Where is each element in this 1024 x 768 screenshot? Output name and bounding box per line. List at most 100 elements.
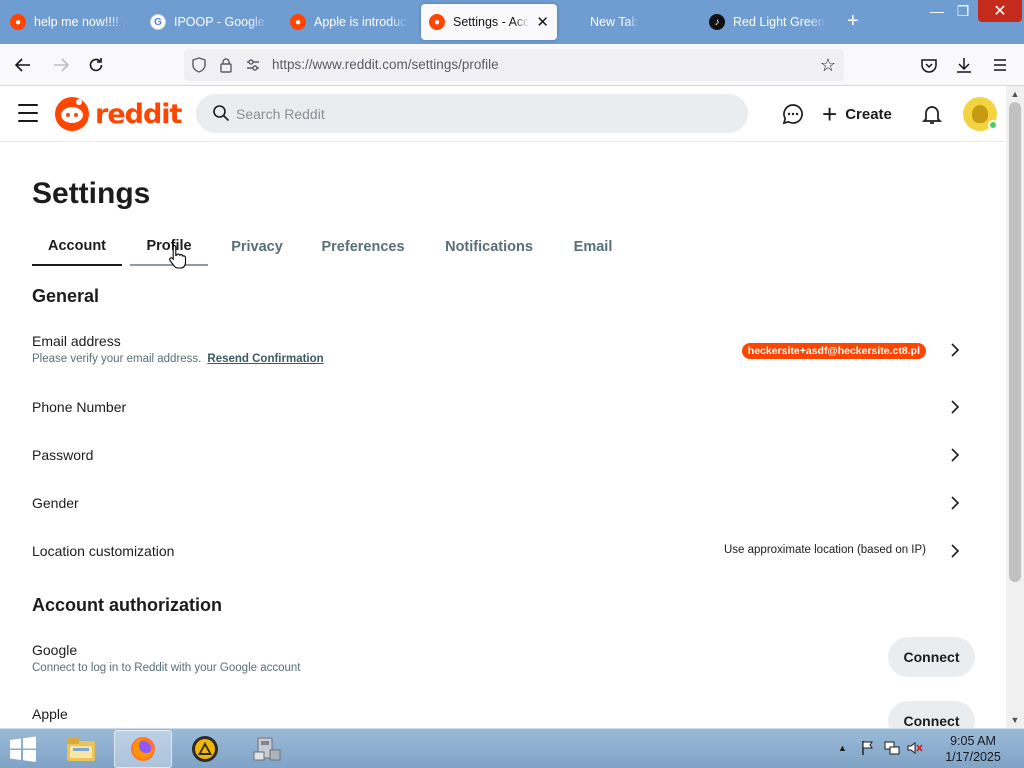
email-value: heckersite+asdf@heckersite.ct8.pl	[741, 343, 926, 359]
create-label: Create	[845, 105, 892, 123]
location-customization-row[interactable]: Location customization Use approximate l…	[32, 543, 962, 565]
plus-icon: +	[822, 99, 838, 129]
tab-email[interactable]: Email	[566, 230, 620, 264]
online-status-dot	[988, 120, 998, 130]
browser-tab-5[interactable]: New Tab	[562, 4, 696, 40]
browser-tab-6[interactable]: ♪ Red Light Green Light	[701, 4, 835, 40]
snoo-icon	[55, 97, 89, 131]
hamburger-menu-icon[interactable]	[18, 104, 38, 122]
windows-start-icon[interactable]	[6, 734, 40, 764]
phone-label: Phone Number	[32, 399, 127, 415]
windows-taskbar: ▲ 9:05 AM 1/17/2025	[0, 728, 1024, 768]
email-address-row[interactable]: Email address Please verify your email a…	[32, 333, 962, 369]
settings-page: Settings Account Profile Privacy Prefere…	[0, 142, 1006, 728]
browser-tab-1[interactable]: ● help me now!!!! :(	[2, 4, 136, 40]
volume-muted-icon[interactable]	[906, 740, 924, 756]
browser-tab-label: Red Light Green Light	[733, 15, 827, 29]
password-label: Password	[32, 447, 94, 463]
resend-confirmation-link[interactable]: Resend Confirmation	[207, 353, 323, 365]
google-connect-button[interactable]: Connect	[888, 637, 975, 677]
pocket-icon[interactable]	[917, 53, 941, 77]
browser-tab-label: New Tab	[590, 15, 639, 29]
clock-time: 9:05 AM	[950, 734, 996, 748]
network-device-icon[interactable]	[238, 730, 296, 768]
page-scrollbar[interactable]: ▲ ▼	[1006, 86, 1024, 728]
gender-label: Gender	[32, 495, 79, 511]
tab-privacy[interactable]: Privacy	[220, 230, 294, 264]
forward-arrow-icon[interactable]	[49, 53, 73, 77]
page-title: Settings	[32, 177, 151, 210]
gender-row[interactable]: Gender	[32, 495, 962, 517]
bookmark-star-icon[interactable]: ☆	[820, 55, 836, 76]
google-sub-text: Connect to log in to Reddit with your Go…	[32, 662, 301, 674]
chat-icon[interactable]	[781, 102, 805, 126]
scroll-down-icon[interactable]: ▼	[1006, 712, 1024, 728]
close-window-icon[interactable]: ✕	[978, 0, 1022, 22]
chevron-right-icon	[951, 448, 960, 462]
chevron-right-icon	[951, 544, 960, 558]
taskbar-clock[interactable]: 9:05 AM 1/17/2025	[928, 733, 1018, 765]
apple-connect-button[interactable]: Connect	[888, 701, 975, 728]
reddit-wordmark: reddit	[95, 98, 182, 130]
network-icon[interactable]	[884, 740, 900, 756]
scroll-up-icon[interactable]: ▲	[1006, 86, 1024, 102]
scrollbar-thumb[interactable]	[1009, 102, 1021, 582]
search-input[interactable]	[236, 94, 736, 133]
reddit-header: reddit + Create	[0, 86, 1006, 142]
browser-tab-label: Settings - Account	[453, 15, 529, 29]
tab-preferences[interactable]: Preferences	[314, 230, 412, 264]
browser-tab-active[interactable]: ● Settings - Account ✕	[421, 4, 557, 40]
browser-tab-label: help me now!!!! :(	[34, 15, 128, 29]
apple-label: Apple	[32, 706, 68, 722]
browser-tab-2[interactable]: G IPOOP - Google Search	[142, 4, 276, 40]
tab-account[interactable]: Account	[32, 230, 122, 266]
permissions-icon[interactable]	[244, 56, 262, 74]
bell-icon[interactable]	[920, 102, 944, 126]
section-general-title: General	[32, 286, 100, 306]
search-bar[interactable]	[196, 94, 748, 133]
url-text[interactable]: https://www.reddit.com/settings/profile	[272, 57, 499, 72]
downloads-icon[interactable]	[952, 53, 976, 77]
back-arrow-icon[interactable]	[11, 53, 35, 77]
reddit-icon: ●	[290, 14, 306, 30]
flag-icon[interactable]	[860, 740, 876, 756]
chevron-right-icon	[951, 343, 960, 357]
apple-auth-row: Apple	[32, 706, 732, 728]
google-auth-row: Google Connect to log in to Reddit with …	[32, 642, 732, 678]
password-row[interactable]: Password	[32, 447, 962, 469]
google-label: Google	[32, 642, 78, 658]
phone-number-row[interactable]: Phone Number	[32, 399, 962, 421]
browser-navbar: https://www.reddit.com/settings/profile …	[0, 44, 1024, 86]
reddit-logo[interactable]: reddit	[55, 96, 182, 132]
google-icon: G	[150, 14, 166, 30]
file-explorer-icon[interactable]	[52, 730, 110, 768]
section-account-authorization-title: Account authorization	[32, 595, 222, 615]
tray-expand-icon[interactable]: ▲	[838, 743, 847, 753]
reddit-icon: ●	[429, 14, 445, 30]
close-tab-icon[interactable]: ✕	[530, 13, 549, 31]
restore-icon[interactable]: ❐	[950, 0, 976, 22]
url-bar[interactable]: https://www.reddit.com/settings/profile …	[184, 49, 844, 81]
shield-icon[interactable]	[190, 56, 208, 74]
firefox-icon[interactable]	[114, 730, 172, 768]
chevron-right-icon	[951, 400, 960, 414]
avatar[interactable]	[963, 97, 998, 131]
reload-icon[interactable]	[84, 53, 108, 77]
menu-icon[interactable]	[988, 53, 1012, 77]
clock-date: 1/17/2025	[945, 750, 1001, 764]
browser-tab-label: IPOOP - Google Search	[174, 15, 268, 29]
hand-pointer-cursor-icon	[169, 244, 187, 269]
lock-icon[interactable]	[217, 56, 235, 74]
create-button[interactable]: + Create	[822, 98, 892, 130]
tab-notifications[interactable]: Notifications	[436, 230, 542, 264]
browser-tab-3[interactable]: ● Apple is introducing	[282, 4, 416, 40]
new-tab-icon[interactable]: +	[847, 10, 859, 32]
browser-tabstrip: ● help me now!!!! :( G IPOOP - Google Se…	[0, 0, 1024, 44]
reddit-icon: ●	[10, 14, 26, 30]
search-icon	[213, 105, 230, 122]
app-triangle-icon[interactable]	[176, 730, 234, 768]
browser-tab-label: Apple is introducing	[314, 15, 408, 29]
minimize-icon[interactable]: —	[924, 0, 950, 22]
tiktok-icon: ♪	[709, 14, 725, 30]
chevron-right-icon	[951, 496, 960, 510]
